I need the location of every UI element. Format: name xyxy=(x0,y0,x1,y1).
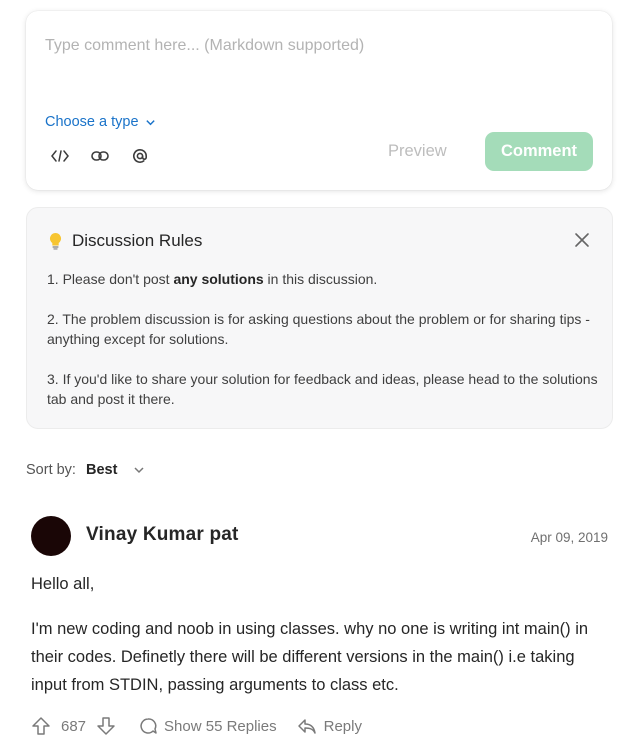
show-replies-label: Show 55 Replies xyxy=(164,717,277,735)
close-icon[interactable] xyxy=(574,232,590,248)
post-date: Apr 09, 2019 xyxy=(530,530,608,545)
chevron-down-icon[interactable] xyxy=(133,464,145,476)
post-actions: 687 Show 55 Replies Reply xyxy=(31,716,362,736)
sort-label: Sort by: xyxy=(26,462,76,478)
downvote-icon[interactable] xyxy=(96,716,116,736)
post-paragraph: I'm new coding and noob in using classes… xyxy=(31,620,589,694)
formatting-toolbar xyxy=(50,146,150,166)
rule-item-2: 2. The problem discussion is for asking … xyxy=(47,311,590,347)
sort-value[interactable]: Best xyxy=(86,462,117,478)
rules-title: Discussion Rules xyxy=(72,231,203,250)
choose-type-label: Choose a type xyxy=(45,114,139,130)
lightbulb-icon xyxy=(49,232,62,250)
comment-composer: Type comment here... (Markdown supported… xyxy=(26,11,612,190)
mention-icon[interactable] xyxy=(130,146,150,166)
reply-label: Reply xyxy=(323,717,362,735)
comment-bubble-icon xyxy=(140,718,157,734)
rule-item-3: 3. If you'd like to share your solution … xyxy=(47,371,598,407)
rules-heading: Discussion Rules xyxy=(49,231,202,251)
show-replies-button[interactable]: Show 55 Replies xyxy=(138,716,277,736)
author-name[interactable]: Vinay Kumar pat xyxy=(86,524,239,546)
choose-type-dropdown[interactable]: Choose a type xyxy=(45,114,156,130)
rule-item-1: 1. Please don't post any solutions in th… xyxy=(47,271,378,287)
preview-button[interactable]: Preview xyxy=(388,142,447,161)
chevron-down-icon xyxy=(145,119,155,125)
avatar[interactable] xyxy=(31,516,71,556)
reply-button[interactable]: Reply xyxy=(297,716,362,736)
upvote-icon[interactable] xyxy=(31,716,51,736)
reply-icon xyxy=(297,719,316,734)
post-paragraph: Hello all, xyxy=(31,575,95,593)
post-body: Hello all, I'm new coding and noob in us… xyxy=(31,570,611,699)
comment-input[interactable]: Type comment here... (Markdown supported… xyxy=(45,37,364,55)
link-icon[interactable] xyxy=(90,146,110,166)
sort-control[interactable]: Sort by: Best xyxy=(26,462,145,478)
vote-count: 687 xyxy=(61,717,87,735)
discussion-rules-panel: Discussion Rules 1. Please don't post an… xyxy=(26,207,613,429)
code-icon[interactable] xyxy=(50,146,70,166)
comment-button[interactable]: Comment xyxy=(485,132,593,171)
